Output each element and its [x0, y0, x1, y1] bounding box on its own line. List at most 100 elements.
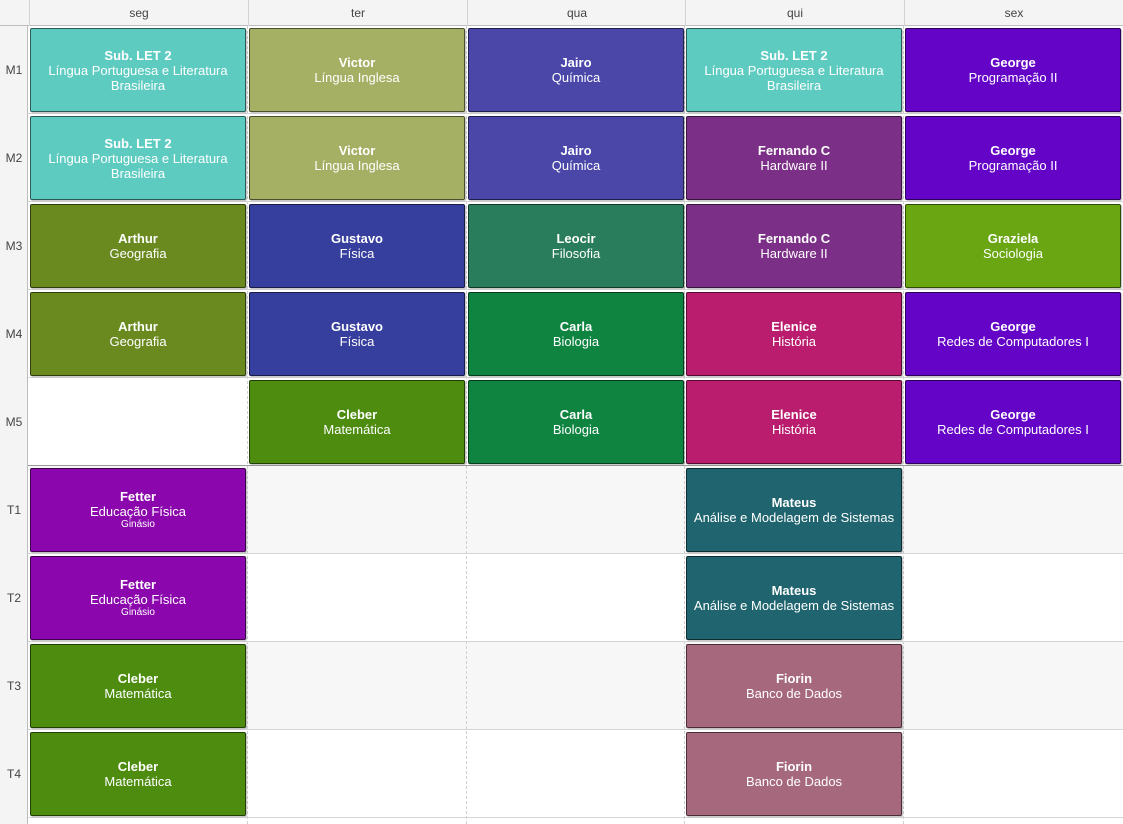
class-block[interactable]: Fetter Educação Física Ginásio: [30, 468, 246, 552]
class-subject: Língua Inglesa: [314, 158, 400, 173]
class-block[interactable]: Victor Língua Inglesa: [249, 116, 465, 200]
row-divider: [0, 201, 1123, 202]
row-divider: [0, 465, 1123, 466]
class-subject: Biologia: [552, 334, 600, 349]
day-header-ter[interactable]: ter: [248, 0, 467, 26]
class-subject: Redes de Computadores I: [937, 334, 1089, 349]
class-subject: Química: [551, 158, 601, 173]
class-block[interactable]: Graziela Sociologia: [905, 204, 1121, 288]
class-teacher: George: [990, 319, 1036, 334]
class-teacher: Sub. LET 2: [760, 47, 828, 63]
class-block[interactable]: Sub. LET 2 Língua Portuguesa e Literatura…: [30, 116, 246, 200]
class-block[interactable]: George Redes de Computadores I: [905, 380, 1121, 464]
class-subject: Análise e Modelagem de Sistemas: [693, 510, 895, 525]
day-header-qua[interactable]: qua: [467, 0, 686, 26]
class-block[interactable]: Gustavo Física: [249, 204, 465, 288]
class-block[interactable]: Jairo Química: [468, 116, 684, 200]
class-block[interactable]: Elenice História: [686, 292, 902, 376]
class-teacher: Cleber: [336, 407, 378, 422]
column-divider: [466, 26, 467, 824]
column-divider: [903, 26, 904, 824]
class-block[interactable]: Leocir Filosofia: [468, 204, 684, 288]
class-subject: Matemática: [104, 686, 172, 701]
period-label-m3: M3: [5, 239, 23, 253]
class-teacher: Cleber: [117, 671, 159, 686]
class-subject: História: [771, 334, 817, 349]
class-block[interactable]: Mateus Análise e Modelagem de Sistemas: [686, 556, 902, 640]
class-block[interactable]: Cleber Matemática: [30, 732, 246, 816]
day-header-qui[interactable]: qui: [685, 0, 904, 26]
class-subject: Programação II: [968, 70, 1058, 85]
period-label-m4: M4: [5, 327, 23, 341]
class-teacher: Carla: [559, 407, 593, 422]
class-subject: Redes de Computadores I: [937, 422, 1089, 437]
class-block[interactable]: Fernando C Hardware II: [686, 204, 902, 288]
class-teacher: Elenice: [771, 407, 817, 422]
class-subject: Geografia: [109, 334, 167, 349]
class-block[interactable]: George Programação II: [905, 28, 1121, 112]
timetable-grid: seg ter qua qui sex M1 M2 M3 M4 M5 T1 T2 T3 T4 Sub. LE…: [0, 0, 1123, 824]
class-subject: Matemática: [104, 774, 172, 789]
class-block[interactable]: Fernando C Hardware II: [686, 116, 902, 200]
class-subject: Física: [339, 334, 375, 349]
class-teacher: Fetter: [119, 489, 157, 504]
row-divider: [0, 729, 1123, 730]
class-subject: Hardware II: [760, 158, 828, 173]
class-teacher: Carla: [559, 319, 593, 334]
class-block[interactable]: Fiorin Banco de Dados: [686, 644, 902, 728]
class-block[interactable]: Arthur Geografia: [30, 292, 246, 376]
class-block[interactable]: Mateus Análise e Modelagem de Sistemas: [686, 468, 902, 552]
class-block[interactable]: Cleber Matemática: [30, 644, 246, 728]
class-room: Ginásio: [121, 607, 155, 618]
class-teacher: George: [990, 143, 1036, 158]
period-label-m2: M2: [5, 151, 23, 165]
class-teacher: Victor: [338, 55, 376, 70]
row-divider: [0, 377, 1123, 378]
day-header-bar: seg ter qua qui sex: [0, 0, 1123, 26]
class-block[interactable]: George Programação II: [905, 116, 1121, 200]
class-block[interactable]: Elenice História: [686, 380, 902, 464]
period-label-m1: M1: [5, 63, 23, 77]
class-teacher: Fernando C: [757, 231, 831, 246]
class-teacher: Leocir: [556, 231, 596, 246]
class-subject: Língua Portuguesa e Literatura Brasileir…: [704, 62, 884, 93]
class-block[interactable]: Arthur Geografia: [30, 204, 246, 288]
class-teacher: Arthur: [118, 319, 158, 334]
class-block[interactable]: Cleber Matemática: [249, 380, 465, 464]
class-block[interactable]: Sub. LET 2 Língua Portuguesa e Literatura…: [30, 28, 246, 112]
class-subject: História: [771, 422, 817, 437]
class-subject: Língua Portuguesa e Literatura Brasileir…: [48, 62, 228, 93]
class-subject: Matemática: [323, 422, 391, 437]
class-block[interactable]: Carla Biologia: [468, 380, 684, 464]
class-teacher: Mateus: [771, 583, 817, 598]
class-block[interactable]: Carla Biologia: [468, 292, 684, 376]
row-divider: [0, 553, 1123, 554]
class-block[interactable]: Fiorin Banco de Dados: [686, 732, 902, 816]
class-teacher: George: [990, 55, 1036, 70]
class-block[interactable]: Jairo Química: [468, 28, 684, 112]
day-header-seg[interactable]: seg: [29, 0, 248, 26]
class-block[interactable]: Victor Língua Inglesa: [249, 28, 465, 112]
class-teacher: Fetter: [119, 577, 157, 592]
class-teacher: Fiorin: [775, 759, 813, 774]
class-block[interactable]: George Redes de Computadores I: [905, 292, 1121, 376]
class-block[interactable]: Fetter Educação Física Ginásio: [30, 556, 246, 640]
class-teacher: Fiorin: [775, 671, 813, 686]
class-room: Ginásio: [121, 519, 155, 530]
class-subject: Física: [339, 246, 375, 261]
class-teacher: Graziela: [987, 231, 1039, 246]
day-header-sex[interactable]: sex: [904, 0, 1123, 26]
period-label-t1: T1: [6, 503, 21, 517]
class-teacher: Elenice: [771, 319, 817, 334]
column-divider: [247, 26, 248, 824]
class-teacher: Victor: [338, 143, 376, 158]
class-block[interactable]: Sub. LET 2 Língua Portuguesa e Literatura…: [686, 28, 902, 112]
column-divider: [684, 26, 685, 824]
class-block[interactable]: Gustavo Física: [249, 292, 465, 376]
class-teacher: Sub. LET 2: [104, 135, 172, 151]
class-subject: Educação Física: [89, 504, 187, 519]
row-divider: [0, 641, 1123, 642]
period-label-t3: T3: [6, 679, 21, 693]
class-subject: Sociologia: [983, 246, 1043, 261]
row-divider: [0, 113, 1123, 114]
